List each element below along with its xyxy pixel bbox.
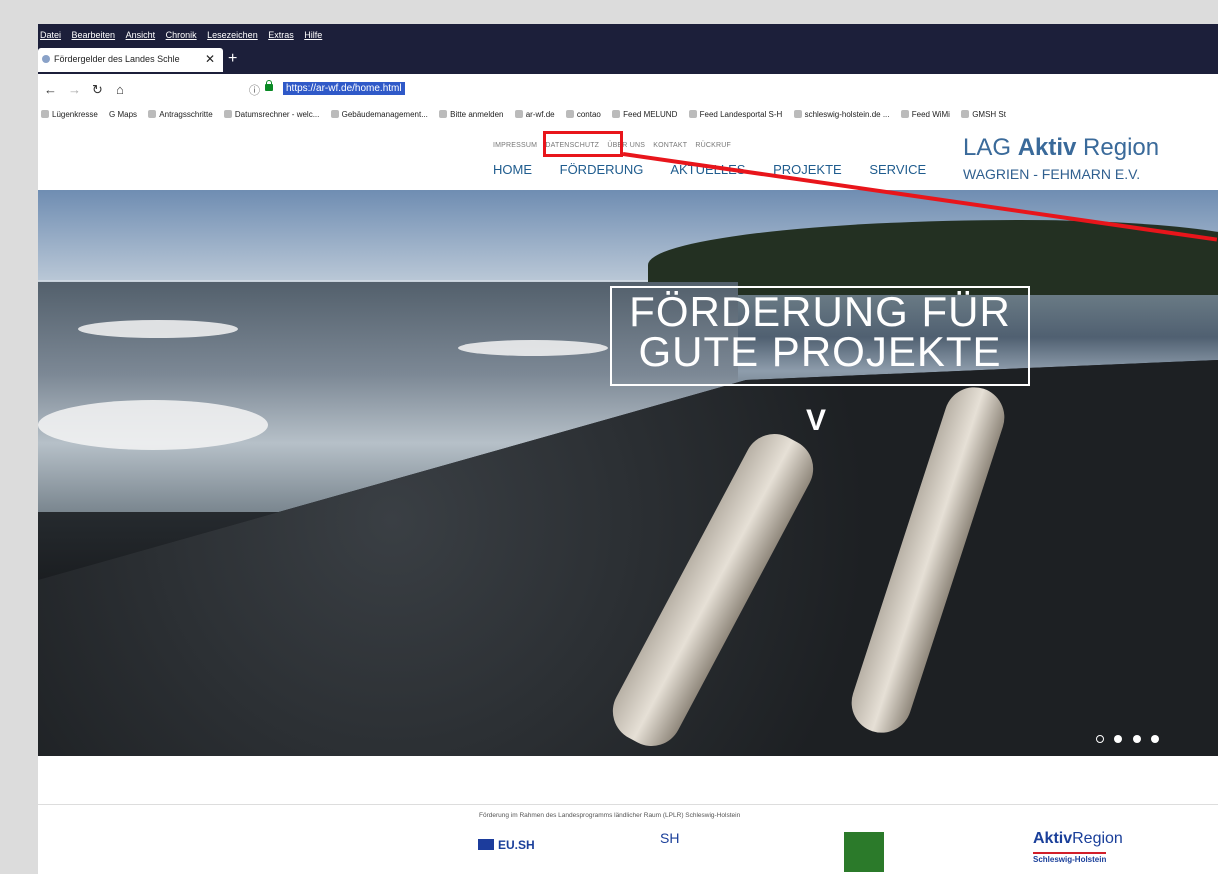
new-tab-icon[interactable]: + xyxy=(228,50,237,68)
globe-icon xyxy=(961,110,970,118)
bookmark-item[interactable]: Feed WiMi xyxy=(900,110,950,119)
bookmark-icon xyxy=(793,110,802,118)
url-text[interactable]: https://ar-wf.de/home.html xyxy=(283,82,405,95)
browser-tab[interactable]: Fördergelder des Landes Schle ✕ xyxy=(38,48,223,72)
menu-chronik[interactable]: Chronik xyxy=(166,30,197,40)
nav-kontakt[interactable]: KONTAKT xyxy=(653,142,687,149)
highlight-box xyxy=(543,131,623,157)
lock-icon xyxy=(265,80,273,91)
menu-hilfe[interactable]: Hilfe xyxy=(304,30,322,40)
site-info-icon[interactable]: ⓘ xyxy=(249,82,260,98)
site-favicon-icon xyxy=(42,55,50,63)
tab-title: Fördergelder des Landes Schle xyxy=(54,54,180,64)
menu-lesezeichen[interactable]: Lesezeichen xyxy=(207,30,258,40)
bookmark-item[interactable]: GMSH St xyxy=(961,110,1006,119)
tab-close-icon[interactable]: ✕ xyxy=(205,52,215,66)
bookmark-item[interactable]: Datumsrechner - welc... xyxy=(223,110,319,119)
globe-icon xyxy=(565,110,574,118)
bookmark-item[interactable]: Lügenkresse xyxy=(41,110,98,119)
funding-text: Förderung im Rahmen des Landesprogramms … xyxy=(479,812,741,819)
slider-dot[interactable] xyxy=(1096,735,1104,743)
slider-dot[interactable] xyxy=(1114,735,1123,743)
reload-icon[interactable]: ↻ xyxy=(92,82,103,98)
aktivregion-logo[interactable]: AktivRegion xyxy=(1033,830,1123,848)
sh-logo[interactable]: SH xyxy=(660,830,679,846)
bookmark-item[interactable]: Antragsschritte xyxy=(148,110,213,119)
aktivregion-logo-subtitle: Schleswig-Holstein xyxy=(1033,852,1107,864)
screenshot-frame: Datei Bearbeiten Ansicht Chronik Lesezei… xyxy=(38,24,1218,874)
slider-dots xyxy=(1096,730,1165,748)
bookmark-icon xyxy=(439,110,448,118)
wave-foam xyxy=(38,400,268,450)
globe-icon xyxy=(330,110,339,118)
nav-impressum[interactable]: IMPRESSUM xyxy=(493,142,537,149)
url-bar[interactable]: ⓘ https://ar-wf.de/home.html xyxy=(243,80,1218,99)
site-header: IMPRESSUM DATENSCHUTZ ÜBER UNS KONTAKT R… xyxy=(38,124,1218,190)
bookmark-icon xyxy=(514,110,523,118)
bookmark-item[interactable]: G Maps xyxy=(109,110,137,119)
site-logo-subtitle: WAGRIEN - FEHMARN E.V. xyxy=(963,166,1141,182)
nav-rueckruf[interactable]: RÜCKRUF xyxy=(695,142,731,149)
hero-title: FÖRDERUNG FÜR GUTE PROJEKTE xyxy=(629,288,1011,375)
eu-sh-logo[interactable]: EU.SH xyxy=(478,838,535,852)
bookmark-icon xyxy=(148,110,157,118)
bookmark-item[interactable]: Gebäudemanagement... xyxy=(330,110,428,119)
bookmarks-bar: Lügenkresse G Maps Antragsschritte Datum… xyxy=(38,106,1218,125)
menu-extras[interactable]: Extras xyxy=(268,30,294,40)
slider-dot[interactable] xyxy=(1151,735,1160,743)
bookmark-item[interactable]: Feed MELUND xyxy=(612,110,677,119)
scroll-down-icon[interactable]: V xyxy=(806,404,826,438)
menu-datei[interactable]: Datei xyxy=(40,30,61,40)
footer-divider xyxy=(38,804,1218,805)
site-logo[interactable]: LAG Aktiv Region xyxy=(963,134,1159,162)
rss-icon xyxy=(900,110,909,118)
rss-icon xyxy=(688,110,697,118)
browser-navbar: ← → ↻ ⌂ ⓘ https://ar-wf.de/home.html xyxy=(38,74,1218,107)
rss-icon xyxy=(612,110,621,118)
menu-ansicht[interactable]: Ansicht xyxy=(126,30,156,40)
bookmark-item[interactable]: Bitte anmelden xyxy=(439,110,503,119)
home-icon[interactable]: ⌂ xyxy=(116,82,124,97)
nav-foerderung[interactable]: FÖRDERUNG xyxy=(560,162,644,177)
bookmark-item[interactable]: schleswig-holstein.de ... xyxy=(793,110,890,119)
nav-service[interactable]: SERVICE xyxy=(869,162,926,177)
wave-foam xyxy=(78,320,238,338)
browser-tabbar: Fördergelder des Landes Schle ✕ xyxy=(38,46,1218,74)
bookmark-item[interactable]: Feed Landesportal S-H xyxy=(688,110,782,119)
forward-icon[interactable]: → xyxy=(68,82,81,97)
leader-logo-icon[interactable] xyxy=(844,832,884,872)
hero-banner: FÖRDERUNG FÜR GUTE PROJEKTE V xyxy=(38,190,1218,756)
bookmark-icon xyxy=(223,110,232,118)
menu-bearbeiten[interactable]: Bearbeiten xyxy=(72,30,116,40)
site-footer: Förderung im Rahmen des Landesprogramms … xyxy=(38,756,1218,874)
folder-icon xyxy=(41,110,49,118)
browser-menubar: Datei Bearbeiten Ansicht Chronik Lesezei… xyxy=(38,24,1218,46)
bookmark-item[interactable]: contao xyxy=(565,110,601,119)
back-icon[interactable]: ← xyxy=(44,82,57,97)
wave-foam xyxy=(458,340,608,356)
nav-home[interactable]: HOME xyxy=(493,162,532,177)
bookmark-item[interactable]: ar-wf.de xyxy=(514,110,555,119)
slider-dot[interactable] xyxy=(1132,735,1141,743)
eu-flag-icon xyxy=(478,839,494,850)
